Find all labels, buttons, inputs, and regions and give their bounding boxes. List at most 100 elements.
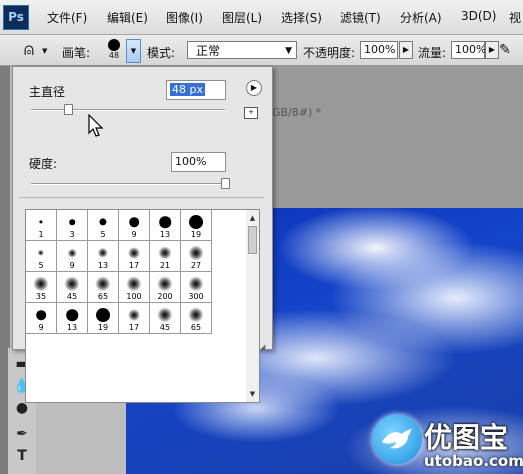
resize-grip-icon[interactable]: ◢ bbox=[260, 343, 265, 351]
brush-size-label: 1 bbox=[38, 230, 44, 239]
brush-preset-cell[interactable]: 9 bbox=[26, 303, 57, 334]
preset-scrollbar[interactable]: ▲ ▼ bbox=[246, 209, 260, 403]
chevron-down-icon: ▼ bbox=[285, 46, 292, 56]
brush-preset-cell[interactable]: 5 bbox=[26, 241, 57, 272]
type-tool-icon[interactable]: T bbox=[12, 446, 32, 466]
brush-size-label: 17 bbox=[128, 323, 140, 332]
brush-preset-cell[interactable]: 13 bbox=[150, 210, 181, 241]
divider bbox=[19, 197, 264, 198]
menu-select[interactable]: 选择(S) bbox=[281, 9, 322, 27]
brush-tip-icon bbox=[157, 307, 173, 323]
menu-3d[interactable]: 3D(D) bbox=[461, 9, 496, 27]
watermark-title: 优图宝 bbox=[424, 421, 509, 454]
watermark: 优图宝 utobao.com bbox=[366, 412, 523, 474]
hardness-slider-thumb[interactable] bbox=[221, 178, 230, 189]
menu-edit[interactable]: 编辑(E) bbox=[107, 9, 148, 27]
opacity-field[interactable]: 100% bbox=[360, 41, 398, 59]
brush-preset-picker: 主直径 48 px ▶ + 硬度: 100% 1 3 5 9 13 19 5 9 13 17 21 2… bbox=[12, 66, 273, 403]
scroll-up-icon[interactable]: ▲ bbox=[246, 212, 259, 224]
master-diameter-label: 主直径 bbox=[29, 85, 66, 99]
brush-preset-cell[interactable]: 45 bbox=[150, 303, 181, 334]
brush-tip-icon bbox=[157, 276, 173, 292]
brush-preview[interactable]: 48 bbox=[104, 38, 124, 64]
brush-size-label: 5 bbox=[38, 261, 44, 270]
brush-size-preview: 48 bbox=[108, 51, 120, 60]
brush-tip-icon bbox=[129, 217, 139, 227]
menu-layer[interactable]: 图层(L) bbox=[222, 9, 262, 27]
brush-tip-icon bbox=[99, 218, 107, 226]
scroll-down-icon[interactable]: ▼ bbox=[246, 388, 259, 400]
brush-preset-cell[interactable]: 3 bbox=[57, 210, 88, 241]
opacity-slider-button[interactable]: ▶ bbox=[399, 41, 413, 59]
document-tab-title[interactable]: GB/8#) * bbox=[272, 106, 321, 119]
brush-preset-cell[interactable]: 13 bbox=[57, 303, 88, 334]
brush-preset-cell[interactable]: 21 bbox=[150, 241, 181, 272]
brush-preset-cell[interactable]: 19 bbox=[88, 303, 119, 334]
brush-size-label: 19 bbox=[190, 230, 202, 239]
brush-tip-icon bbox=[188, 245, 204, 261]
menu-view[interactable]: 视 bbox=[509, 9, 521, 27]
flow-field[interactable]: 100% bbox=[451, 41, 486, 59]
brush-tip-icon bbox=[128, 247, 140, 259]
brush-size-label: 9 bbox=[38, 323, 44, 332]
brush-preset-cell[interactable]: 45 bbox=[57, 272, 88, 303]
brush-size-label: 17 bbox=[128, 261, 140, 270]
tool-preset-caret-icon[interactable]: ▼ bbox=[42, 47, 47, 55]
hardness-slider-track[interactable] bbox=[31, 183, 225, 185]
opacity-label: 不透明度: bbox=[303, 46, 356, 60]
mouse-cursor-icon bbox=[88, 114, 104, 137]
hardness-field[interactable]: 100% bbox=[171, 152, 226, 172]
brush-size-label: 13 bbox=[97, 261, 109, 270]
pen-tool-icon[interactable]: ✒ bbox=[12, 424, 32, 444]
menu-file[interactable]: 文件(F) bbox=[47, 9, 87, 27]
brush-preset-cell[interactable]: 13 bbox=[88, 241, 119, 272]
brush-preset-cell[interactable]: 35 bbox=[26, 272, 57, 303]
brush-size-label: 13 bbox=[159, 230, 171, 239]
brush-preset-cell[interactable]: 9 bbox=[119, 210, 150, 241]
flow-label: 流量: bbox=[418, 46, 447, 60]
brush-preset-cell[interactable]: 5 bbox=[88, 210, 119, 241]
diameter-slider-track[interactable] bbox=[31, 109, 225, 111]
brush-tip-icon bbox=[69, 219, 75, 225]
brush-preset-cell[interactable]: 65 bbox=[181, 303, 212, 334]
brush-preset-cell[interactable]: 200 bbox=[150, 272, 181, 303]
master-diameter-field[interactable]: 48 px bbox=[166, 80, 226, 100]
menu-analysis[interactable]: 分析(A) bbox=[400, 9, 442, 27]
photoshop-logo[interactable]: Ps bbox=[3, 5, 29, 30]
brush-preset-cell[interactable]: 27 bbox=[181, 241, 212, 272]
brush-preset-cell[interactable]: 9 bbox=[57, 241, 88, 272]
brush-picker-dropdown-button[interactable]: ▼ bbox=[126, 39, 141, 63]
brush-size-label: 5 bbox=[100, 230, 106, 239]
menu-bar: Ps 文件(F) 编辑(E) 图像(I) 图层(L) 选择(S) 滤镜(T) 分… bbox=[0, 0, 523, 35]
brush-size-label: 9 bbox=[131, 230, 137, 239]
brush-preset-grid: 1 3 5 9 13 19 5 9 13 17 21 27 35 45 65 100 200 300 9 13 19 17… bbox=[25, 209, 249, 403]
brush-size-label: 45 bbox=[66, 292, 78, 301]
brush-tip-icon bbox=[189, 215, 203, 229]
brush-size-label: 100 bbox=[126, 292, 142, 301]
brush-label: 画笔: bbox=[62, 46, 91, 60]
brush-preset-cell[interactable]: 19 bbox=[181, 210, 212, 241]
bird-logo-icon bbox=[372, 414, 422, 464]
master-diameter-value: 48 px bbox=[170, 83, 205, 96]
brush-preset-cell[interactable]: 17 bbox=[119, 241, 150, 272]
brush-preset-cell[interactable]: 1 bbox=[26, 210, 57, 241]
brush-preset-cell[interactable]: 17 bbox=[119, 303, 150, 334]
mode-label: 模式: bbox=[147, 46, 176, 60]
brush-size-label: 65 bbox=[190, 323, 202, 332]
scroll-thumb[interactable] bbox=[248, 226, 257, 254]
brush-preset-cell[interactable]: 100 bbox=[119, 272, 150, 303]
mode-select[interactable]: 正常 ▼ bbox=[187, 41, 297, 59]
brush-tip-icon bbox=[158, 246, 172, 260]
stamp-icon[interactable]: ⍝ bbox=[18, 39, 40, 61]
popup-menu-button[interactable]: ▶ bbox=[246, 80, 262, 96]
brush-tip-icon bbox=[159, 216, 171, 228]
menu-filter[interactable]: 滤镜(T) bbox=[340, 9, 381, 27]
brush-preset-cell[interactable]: 65 bbox=[88, 272, 119, 303]
airbrush-icon[interactable]: ✎ bbox=[494, 39, 516, 61]
menu-image[interactable]: 图像(I) bbox=[166, 9, 203, 27]
brush-preset-cell[interactable]: 300 bbox=[181, 272, 212, 303]
hardness-label: 硬度: bbox=[29, 157, 58, 171]
diameter-slider-thumb[interactable] bbox=[63, 104, 73, 115]
brush-size-label: 3 bbox=[69, 230, 75, 239]
new-preset-icon[interactable]: + bbox=[244, 107, 258, 119]
